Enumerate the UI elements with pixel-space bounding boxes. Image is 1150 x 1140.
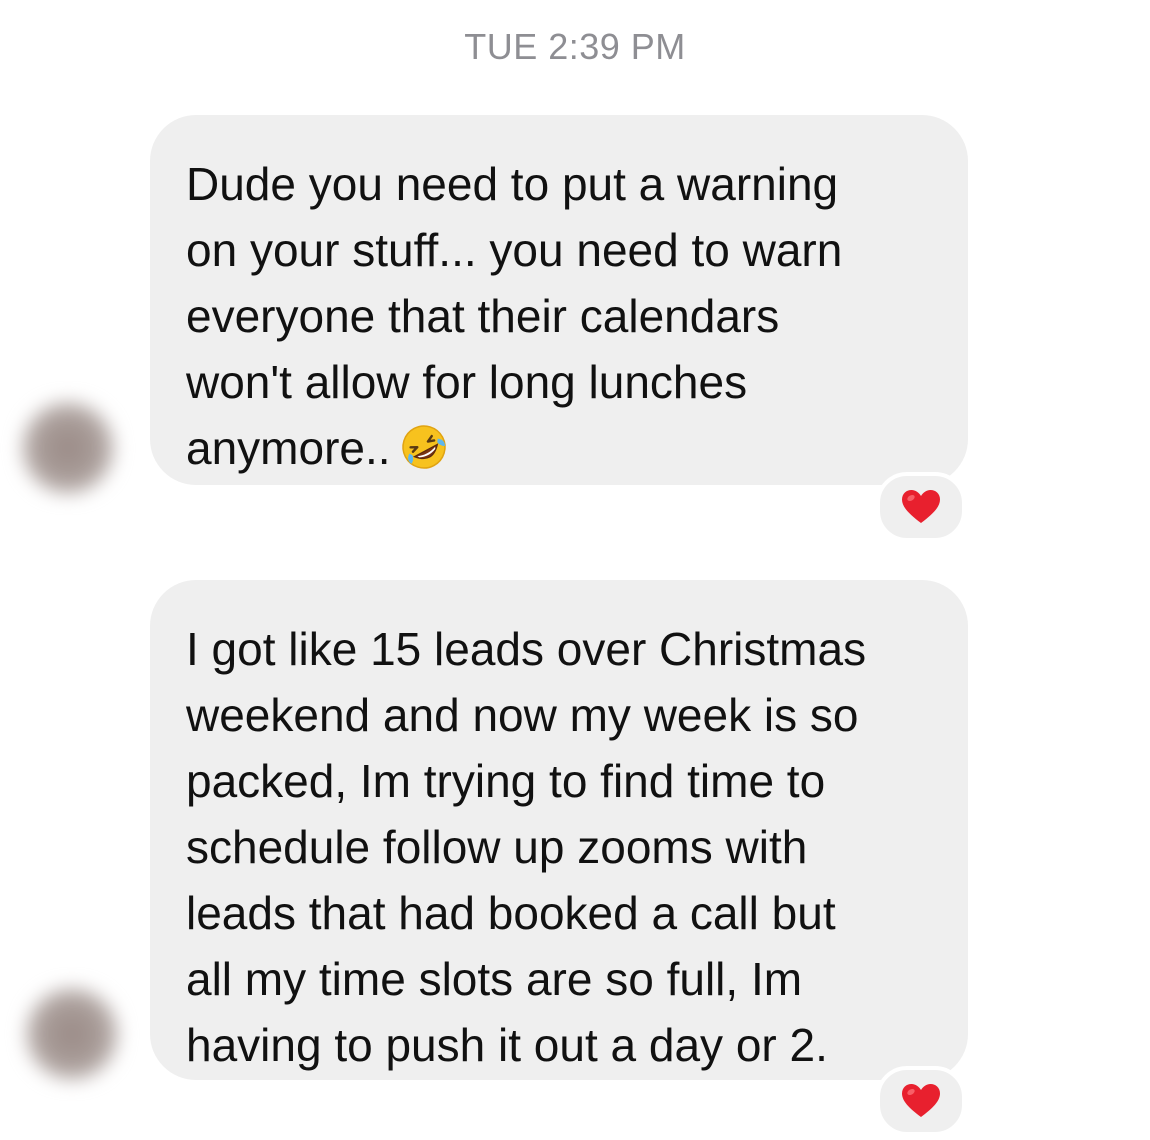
message-bubble[interactable]: Dude you need to put a warning on your s… [150,115,968,485]
message-line: anymore.. [186,422,391,474]
message-line: on your stuff... you need to warn [186,224,843,276]
message-line: having to push it out a day or 2. [186,1019,828,1071]
message-line: packed, Im trying to find time to [186,755,826,807]
message-line: weekend and now my week is so [186,689,859,741]
message-line: schedule follow up zooms with [186,821,808,873]
message-line: I got like 15 leads over Christmas [186,623,867,675]
heart-reaction[interactable] [876,472,966,542]
sender-avatar[interactable] [26,988,118,1080]
rolling-on-floor-laughing-emoji-icon [399,422,449,472]
message-line-with-emoji: anymore.. [186,415,934,481]
heart-icon [902,490,940,523]
heart-reaction[interactable] [876,1066,966,1136]
message-line: everyone that their calendars [186,290,780,342]
heart-icon [902,1084,940,1117]
message-line: won't allow for long lunches [186,356,748,408]
message-timestamp: TUE 2:39 PM [464,26,686,67]
chat-screen: TUE 2:39 PM Dude you need to put a warni… [0,0,1150,1140]
message-bubble[interactable]: I got like 15 leads over Christmas weeke… [150,580,968,1080]
sender-avatar[interactable] [22,402,114,494]
message-line: Dude you need to put a warning [186,158,839,210]
message-line: leads that had booked a call but [186,887,836,939]
message-line: all my time slots are so full, Im [186,953,803,1005]
